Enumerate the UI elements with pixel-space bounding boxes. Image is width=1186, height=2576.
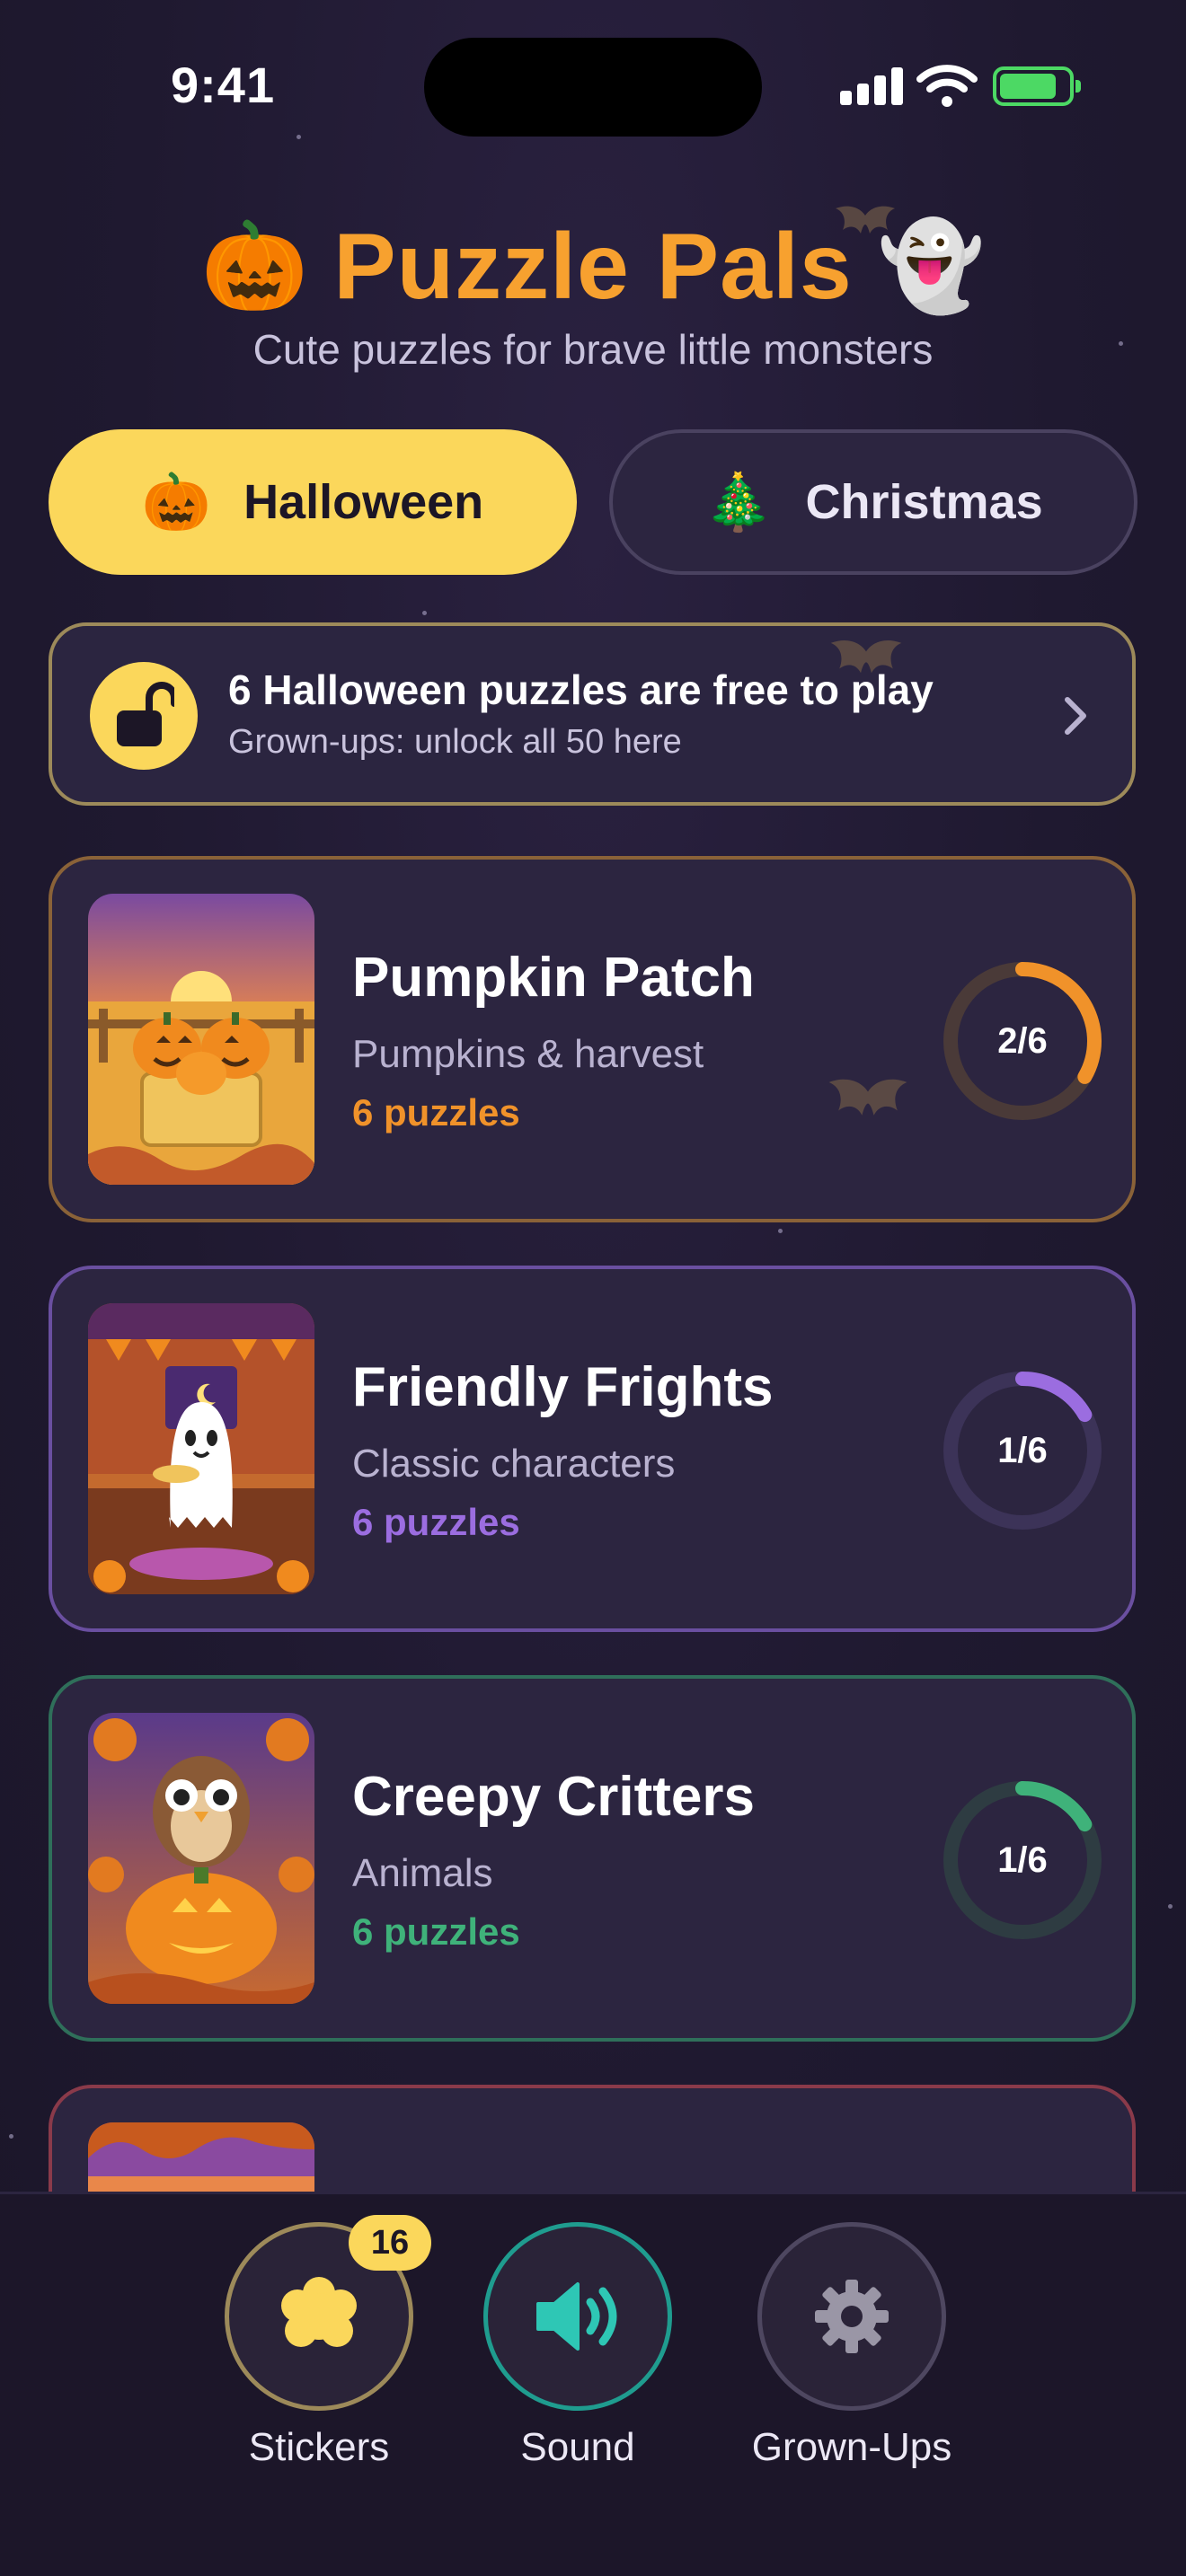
pack-count: 6 puzzles <box>352 1910 520 1953</box>
bat-icon <box>830 640 902 674</box>
pack-subtitle: Pumpkins & harvest <box>352 1032 704 1076</box>
app-subtitle: Cute puzzles for brave little monsters <box>252 326 934 373</box>
star-decoration <box>1168 1904 1173 1909</box>
gear-icon <box>815 2280 889 2353</box>
star-decoration <box>778 1229 783 1233</box>
star-decoration <box>9 2134 13 2139</box>
status-bar: 9:41 <box>0 0 1186 171</box>
sound-label: Sound <box>520 2425 635 2469</box>
unlock-banner[interactable]: 6 Halloween puzzles are free to play Gro… <box>49 622 1136 806</box>
app-header: 🎃 Puzzle Pals 👻 <box>0 208 1186 325</box>
bat-icon <box>836 206 895 234</box>
chevron-right-icon <box>1065 697 1086 735</box>
dynamic-island <box>424 38 762 137</box>
pack-card-creepy-critters[interactable]: Creepy Critters Animals 6 puzzles 1/6 <box>49 1675 1136 2042</box>
pack-subtitle: Classic characters <box>352 1442 676 1486</box>
tab-christmas[interactable]: 🎄 Christmas <box>609 429 1137 575</box>
bat-icon <box>828 1079 907 1116</box>
pack-title: Pumpkin Patch <box>352 947 755 1009</box>
pack-count: 6 puzzles <box>352 1501 520 1543</box>
cellular-signal-icon <box>840 67 903 105</box>
sound-button[interactable] <box>483 2222 672 2411</box>
progress-label: 1/6 <box>997 1430 1048 1470</box>
pack-subtitle: Animals <box>352 1851 493 1895</box>
progress-label: 1/6 <box>997 1839 1048 1880</box>
pack-thumbnail <box>88 894 314 1185</box>
grown-ups-label: Grown-Ups <box>751 2425 952 2469</box>
pack-count: 6 puzzles <box>352 1091 520 1134</box>
stickers-label: Stickers <box>248 2425 390 2469</box>
speaker-icon <box>536 2282 617 2351</box>
pumpkin-icon: 🎃 <box>141 471 212 534</box>
unlock-banner-subtitle: Grown-ups: unlock all 50 here <box>228 723 682 761</box>
grown-ups-button[interactable] <box>757 2222 946 2411</box>
battery-icon <box>993 66 1081 106</box>
unlock-icon <box>90 662 198 770</box>
sticker-flower-icon <box>281 2277 357 2347</box>
pumpkin-icon: 🎃 <box>200 218 309 314</box>
pack-thumbnail <box>88 1303 314 1594</box>
app-title: Puzzle Pals <box>333 214 853 319</box>
pack-card-pumpkin-patch[interactable]: Pumpkin Patch Pumpkins & harvest 6 puzzl… <box>49 856 1136 1222</box>
progress-label: 2/6 <box>997 1020 1048 1061</box>
christmas-tree-icon: 🎄 <box>704 471 774 534</box>
pack-thumbnail <box>88 1713 314 2004</box>
tab-halloween[interactable]: 🎃 Halloween <box>49 429 577 575</box>
tab-label: Christmas <box>805 475 1043 529</box>
app-screen: 9:41 🎃 Puzzle Pals 👻 Cute puzzles for br… <box>0 0 1186 2576</box>
stickers-count-badge: 16 <box>349 2215 431 2271</box>
pack-card-friendly-frights[interactable]: Friendly Frights Classic characters 6 pu… <box>49 1266 1136 1632</box>
status-time: 9:41 <box>171 57 276 113</box>
wifi-icon <box>916 65 978 107</box>
pack-title: Creepy Critters <box>352 1766 755 1828</box>
pack-title: Friendly Frights <box>352 1356 774 1418</box>
star-decoration <box>422 611 427 615</box>
tab-label: Halloween <box>243 475 484 529</box>
